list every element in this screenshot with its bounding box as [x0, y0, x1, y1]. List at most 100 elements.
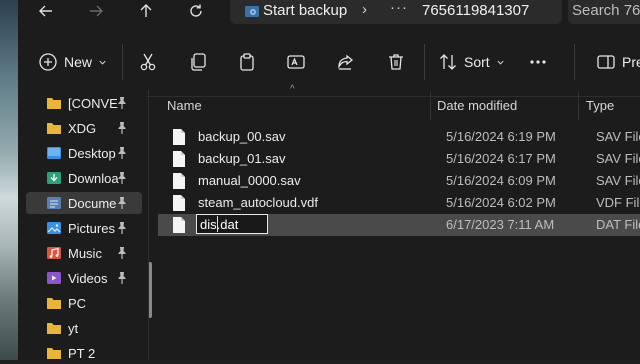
sidebar-item-pc[interactable]: PC: [26, 292, 142, 314]
column-header-date-modified[interactable]: Date modified: [437, 98, 517, 113]
folder-icon: [47, 98, 61, 109]
sidebar-item-music[interactable]: Music: [26, 242, 142, 264]
file-date: 5/16/2024 6:19 PM: [446, 129, 556, 144]
chevron-right-icon[interactable]: ›: [362, 1, 367, 18]
file-date: 5/16/2024 6:02 PM: [446, 195, 556, 210]
file-name: manual_0000.sav: [198, 173, 301, 188]
arrow-right-icon: [90, 5, 103, 17]
paste-button[interactable]: [237, 50, 257, 74]
share-button[interactable]: [336, 50, 356, 74]
file-icon: [173, 129, 185, 145]
sidebar-item-downloads[interactable]: Downloa: [26, 167, 142, 189]
refresh-icon: [190, 4, 202, 17]
column-header-type[interactable]: Type: [586, 98, 614, 113]
refresh-button[interactable]: [184, 0, 208, 22]
up-button[interactable]: [134, 0, 158, 22]
copy-icon: [191, 53, 206, 71]
address-path-box[interactable]: Start backup › ··· 7656119841307: [230, 0, 562, 24]
more-dots-icon[interactable]: ···: [390, 0, 408, 16]
documents-icon: [47, 197, 61, 209]
file-row[interactable]: steam_autocloud.vdf 5/16/2024 6:02 PM VD…: [158, 192, 640, 214]
sidebar-item-label: Music: [68, 245, 102, 261]
sidebar-item-yt[interactable]: yt: [26, 317, 142, 339]
arrow-up-icon: [140, 4, 152, 17]
sort-indicator-icon: ^: [290, 84, 295, 95]
sidebar-item-label: Videos: [68, 270, 108, 286]
column-header-name[interactable]: Name: [167, 98, 202, 113]
chevron-down-icon: [99, 60, 106, 65]
file-row[interactable]: manual_0000.sav 5/16/2024 6:09 PM SAV Fi…: [158, 170, 640, 192]
preview-label: Pre: [622, 54, 640, 70]
pin-icon: [118, 97, 126, 109]
sidebar-item-label: Docume: [68, 195, 117, 211]
file-name: backup_01.sav: [198, 151, 286, 166]
pin-icon: [118, 172, 126, 184]
sidebar-item-documents[interactable]: Docume: [26, 192, 142, 214]
sort-button[interactable]: Sort: [438, 50, 505, 74]
desktop-wallpaper-edge: [0, 0, 18, 360]
file-explorer-window: Start backup › ··· 7656119841307 Search …: [18, 0, 640, 361]
file-type: VDF File: [596, 195, 640, 210]
preview-pane-button[interactable]: Pre: [596, 50, 640, 74]
column-divider[interactable]: [430, 92, 431, 120]
sidebar-item-label: [CONVE: [68, 95, 118, 111]
trash-icon: [389, 54, 403, 70]
share-icon: [338, 54, 354, 70]
search-input[interactable]: Search 7656: [572, 2, 640, 19]
desktop-icon: [47, 147, 61, 159]
back-button[interactable]: [34, 0, 58, 22]
rename-button[interactable]: [286, 50, 306, 74]
file-row-selected[interactable]: 6/17/2023 7:11 AM DAT File: [158, 214, 640, 236]
pin-icon: [118, 222, 126, 234]
sidebar-item-label: Downloa: [68, 170, 119, 186]
address-bar-row: Start backup › ··· 7656119841307 Search …: [18, 0, 640, 26]
file-type: SAV File: [596, 129, 640, 144]
file-icon: [173, 151, 185, 167]
cut-button[interactable]: [138, 50, 158, 74]
copy-button[interactable]: [188, 50, 208, 74]
file-type: SAV File: [596, 173, 640, 188]
sidebar-item-label: PT 2: [68, 345, 96, 361]
file-date: 5/16/2024 6:17 PM: [446, 151, 556, 166]
new-button[interactable]: New: [38, 50, 107, 74]
rename-field[interactable]: [196, 214, 268, 234]
sidebar-item-videos[interactable]: Videos: [26, 267, 142, 289]
folder-icon: [47, 298, 61, 309]
forward-button[interactable]: [84, 0, 108, 22]
navigation-pane: [CONVE XDG Desktop Downloa Docume Pictur…: [18, 90, 146, 361]
sidebar-item-desktop[interactable]: Desktop: [26, 142, 142, 164]
file-type: DAT File: [596, 217, 640, 232]
pane-divider: [148, 90, 149, 360]
breadcrumb-folder[interactable]: 7656119841307: [422, 2, 529, 19]
delete-button[interactable]: [386, 50, 406, 74]
sidebar-item-label: yt: [68, 320, 79, 336]
file-name: backup_00.sav: [198, 129, 286, 144]
file-list: ^ Name Date modified Type backup_00.sav …: [150, 84, 640, 360]
sort-label: Sort: [464, 54, 490, 70]
sidebar-item-pictures[interactable]: Pictures: [26, 217, 142, 239]
toolbar-divider: [122, 44, 123, 80]
music-icon: [47, 247, 61, 259]
file-row[interactable]: backup_00.sav 5/16/2024 6:19 PM SAV File: [158, 126, 640, 148]
more-options-button[interactable]: [528, 50, 548, 74]
pin-icon: [118, 247, 126, 259]
clipboard-icon: [240, 53, 254, 71]
toolbar-divider: [574, 44, 575, 80]
sidebar-item-label: PC: [68, 295, 87, 311]
breadcrumb-start-backup[interactable]: Start backup: [263, 2, 347, 19]
file-date: 5/16/2024 6:09 PM: [446, 173, 556, 188]
sidebar-item-pt2[interactable]: PT 2: [26, 342, 142, 364]
rename-input[interactable]: [200, 217, 264, 232]
file-date: 6/17/2023 7:11 AM: [446, 217, 555, 232]
sidebar-item-conve[interactable]: [CONVE: [26, 92, 142, 114]
file-row[interactable]: backup_01.sav 5/16/2024 6:17 PM SAV File: [158, 148, 640, 170]
column-divider[interactable]: [578, 92, 579, 120]
chevron-down-icon: [497, 60, 504, 65]
sidebar-item-xdg[interactable]: XDG: [26, 117, 142, 139]
folder-icon: [47, 123, 61, 134]
search-box[interactable]: Search 7656: [568, 0, 640, 24]
sidebar-item-label: Desktop: [68, 145, 116, 161]
file-icon: [173, 217, 185, 233]
sort-arrows-icon: [440, 54, 456, 70]
pictures-icon: [47, 222, 61, 234]
